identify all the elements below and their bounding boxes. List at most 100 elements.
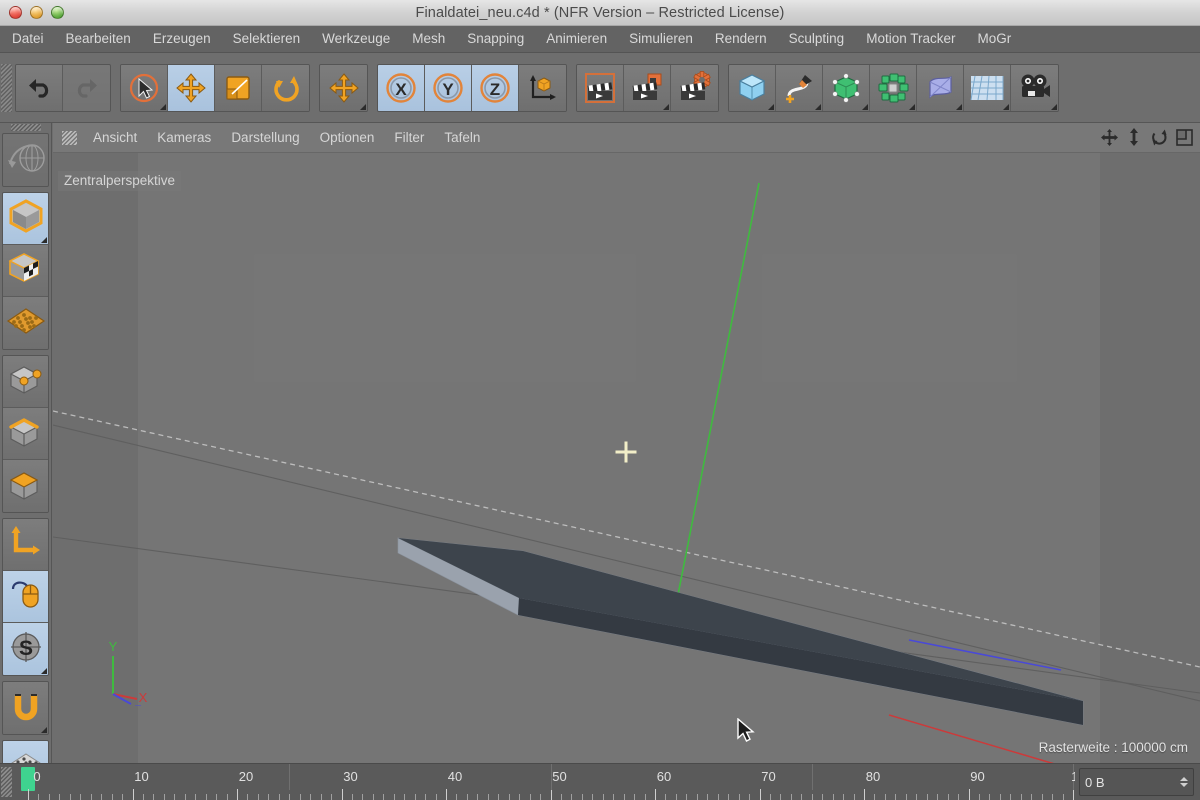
menu-snapping[interactable]: Snapping (456, 29, 535, 49)
deformer-button[interactable] (917, 64, 964, 111)
spinner-down-icon[interactable] (1180, 783, 1188, 787)
submenu-corner[interactable] (768, 103, 774, 110)
camera-button[interactable] (1011, 64, 1058, 111)
make-editable-button[interactable] (3, 134, 48, 186)
vp-menu-filter[interactable]: Filter (384, 128, 434, 147)
texture-mode-button[interactable] (3, 245, 48, 297)
render-settings-button[interactable] (671, 64, 718, 111)
current-frame-field[interactable]: 0 B (1079, 768, 1194, 796)
move-axis-button[interactable] (320, 64, 367, 111)
vp-menu-kameras[interactable]: Kameras (147, 128, 221, 147)
submenu-corner[interactable] (909, 103, 915, 110)
sidebar-grip[interactable] (10, 124, 41, 131)
menu-simulieren[interactable]: Simulieren (618, 29, 704, 49)
timeline-tick (216, 794, 218, 800)
submenu-corner[interactable] (1051, 103, 1057, 110)
live-selection-button[interactable] (121, 64, 168, 111)
scale-tool-button[interactable] (215, 64, 262, 111)
cube-primitive-button[interactable] (729, 64, 776, 111)
timeline-grip[interactable] (1, 767, 12, 797)
zoom-button[interactable] (51, 6, 64, 19)
submenu-corner[interactable] (862, 103, 868, 110)
submenu-corner[interactable] (160, 103, 166, 110)
render-picture-viewer-button[interactable] (624, 64, 671, 111)
submenu-corner[interactable] (360, 103, 366, 110)
timeline-section-divider (289, 764, 291, 790)
floor-environment-button[interactable] (964, 64, 1011, 111)
menu-motion-tracker[interactable]: Motion Tracker (855, 29, 966, 49)
viewport-canvas[interactable]: Zentralperspektive Rasterweite : 100000 … (53, 153, 1200, 763)
submenu-corner[interactable] (41, 668, 47, 674)
window-titlebar: Finaldatei_neu.c4d * (NFR Version – Rest… (0, 0, 1200, 26)
timeline-tick (571, 794, 573, 800)
axis-y-button[interactable]: Y (425, 64, 472, 111)
submenu-corner[interactable] (1003, 103, 1009, 110)
menu-datei[interactable]: Datei (0, 29, 55, 49)
viewport-panel[interactable]: Ansicht Kameras Darstellung Optionen Filter T… (53, 123, 1200, 763)
undo-button[interactable] (16, 64, 63, 111)
edge-mode-icon (7, 413, 45, 454)
timeline-tick (1010, 794, 1012, 800)
vp-menu-darstellung[interactable]: Darstellung (221, 128, 309, 147)
point-mode-button[interactable] (3, 356, 48, 408)
perspective-label[interactable]: Zentralperspektive (58, 171, 182, 191)
vp-menu-ansicht[interactable]: Ansicht (83, 128, 147, 147)
menu-mesh[interactable]: Mesh (401, 29, 456, 49)
menu-animieren[interactable]: Animieren (535, 29, 618, 49)
submenu-corner[interactable] (41, 727, 47, 733)
submenu-corner[interactable] (815, 103, 821, 110)
frame-spinner[interactable] (1180, 777, 1188, 787)
timeline-tick (947, 794, 949, 800)
timeline-tick (174, 794, 176, 800)
menu-erzeugen[interactable]: Erzeugen (142, 29, 222, 49)
pan-icon[interactable] (1099, 127, 1119, 147)
submenu-corner[interactable] (41, 237, 47, 243)
rotate-tool-button[interactable] (262, 64, 309, 111)
timeline-tick (351, 794, 353, 800)
axis-x-button[interactable]: X (378, 64, 425, 111)
viewport-grip[interactable] (62, 130, 77, 145)
timeline-tick (38, 794, 40, 800)
redo-button[interactable] (63, 64, 110, 111)
menu-bearbeiten[interactable]: Bearbeiten (55, 29, 142, 49)
orbit-icon[interactable] (1149, 127, 1169, 147)
timeline-tick-label: 50 (552, 769, 567, 784)
array-object-button[interactable] (870, 64, 917, 111)
create-group (728, 63, 1059, 112)
close-button[interactable] (9, 6, 22, 19)
menu-rendern[interactable]: Rendern (704, 29, 778, 49)
dolly-icon[interactable] (1124, 127, 1144, 147)
axis-mode-button[interactable] (3, 519, 48, 571)
menu-selektieren[interactable]: Selektieren (222, 29, 312, 49)
render-view-button[interactable] (577, 64, 624, 111)
polygon-mode-button[interactable] (3, 460, 48, 512)
vp-menu-tafeln[interactable]: Tafeln (434, 128, 490, 147)
nurbs-generator-button[interactable] (823, 64, 870, 111)
world-object-coord-icon (527, 72, 559, 104)
timeline-tick (968, 789, 970, 800)
menu-sculpting[interactable]: Sculpting (778, 29, 856, 49)
menu-werkzeuge[interactable]: Werkzeuge (311, 29, 401, 49)
symmetry-mode-button[interactable]: S (3, 623, 48, 675)
submenu-corner[interactable] (956, 103, 962, 110)
minimize-button[interactable] (30, 6, 43, 19)
submenu-corner[interactable] (663, 103, 669, 110)
edge-mode-button[interactable] (3, 408, 48, 460)
spline-pen-button[interactable] (776, 64, 823, 111)
vp-menu-optionen[interactable]: Optionen (310, 128, 385, 147)
magnet-snap-button[interactable] (3, 682, 48, 734)
viewport-solo-button[interactable] (3, 571, 48, 623)
timeline-ruler[interactable]: 0 10 20 30 40 50 60 70 80 90 100 (14, 764, 1075, 800)
workplane-mode-button[interactable] (3, 297, 48, 349)
maximize-view-icon[interactable] (1174, 127, 1194, 147)
axis-z-button[interactable]: Z (472, 64, 519, 111)
world-object-coord-button[interactable] (519, 64, 566, 111)
object-mode-icon (7, 198, 45, 239)
timeline-tick (310, 794, 312, 800)
spinner-up-icon[interactable] (1180, 777, 1188, 781)
move-tool-button[interactable] (168, 64, 215, 111)
toolbar-grip[interactable] (1, 63, 12, 112)
timeline-tick (320, 794, 322, 800)
object-mode-button[interactable] (3, 193, 48, 245)
menu-mograph[interactable]: MoGr (966, 29, 1022, 49)
